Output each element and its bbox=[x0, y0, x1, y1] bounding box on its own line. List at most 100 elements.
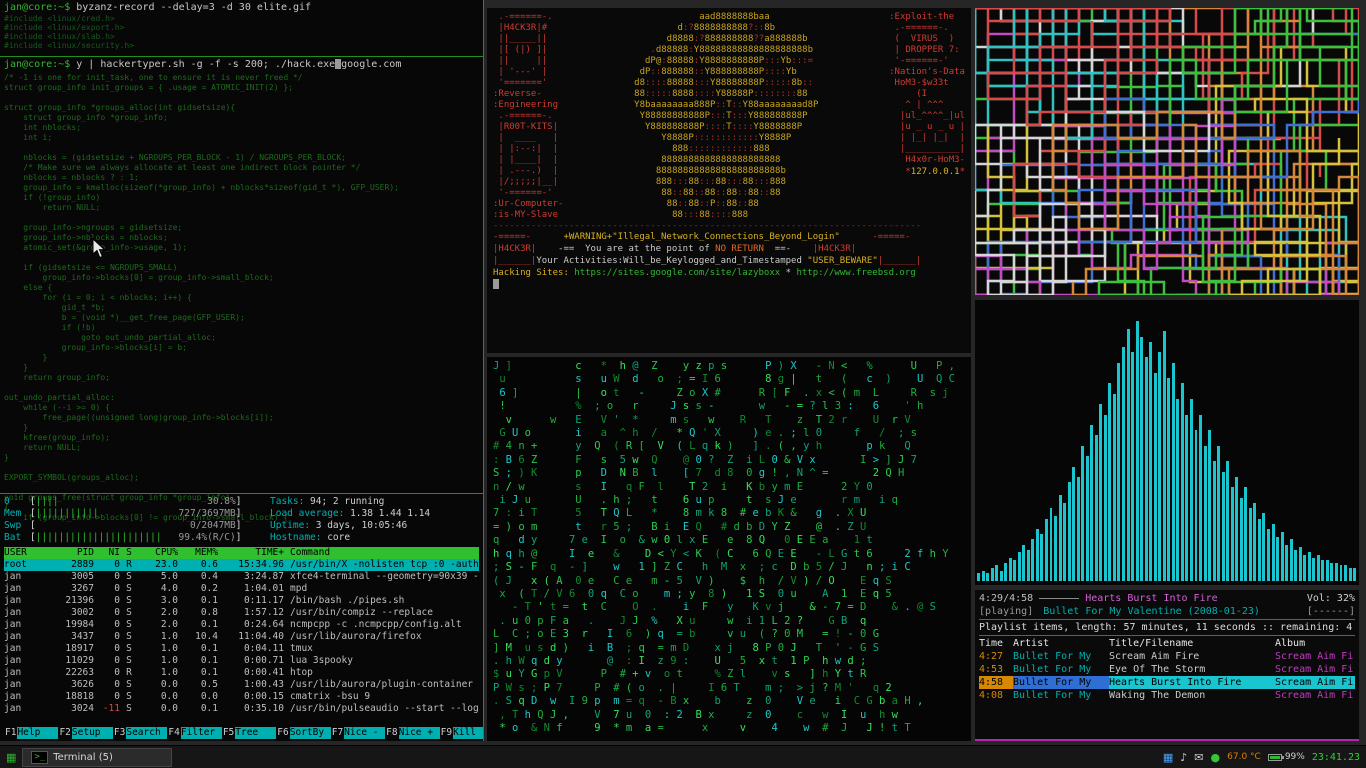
visualizer-bar bbox=[1036, 529, 1039, 581]
column-header[interactable]: MEM% bbox=[178, 547, 218, 559]
visualizer-bar bbox=[1081, 446, 1084, 581]
visualizer-bar bbox=[1104, 415, 1107, 581]
text-cursor bbox=[493, 279, 499, 289]
visualizer-bar bbox=[977, 573, 980, 581]
visualizer-bar bbox=[1285, 545, 1288, 581]
column-header[interactable]: Command bbox=[284, 547, 479, 559]
visualizer-bar bbox=[1330, 563, 1333, 581]
visualizer-bar bbox=[1231, 487, 1234, 581]
fkey-help[interactable]: F1Help bbox=[4, 727, 58, 739]
pipes-svg bbox=[975, 8, 1359, 295]
fkey-sortby[interactable]: F6SortBy bbox=[276, 727, 330, 739]
temperature-readout[interactable]: 67.0 °C bbox=[1227, 752, 1261, 762]
fkey-filter[interactable]: F4Filter bbox=[167, 727, 221, 739]
visualizer-bar bbox=[1154, 373, 1157, 581]
mouse-cursor bbox=[92, 238, 106, 259]
process-table-header[interactable]: USERPIDNISCPU%MEM%TIME+Command bbox=[4, 547, 479, 559]
cmatrix-window[interactable]: J ] c * h @ Z y z p s P ) X - N < % U P … bbox=[487, 357, 971, 741]
pipes-window[interactable] bbox=[975, 8, 1359, 295]
visualizer-window[interactable] bbox=[975, 300, 1359, 585]
visualizer-bar bbox=[1190, 399, 1193, 581]
visualizer-bar bbox=[1163, 331, 1166, 581]
htop-meter: 0[||||30.8%] bbox=[4, 496, 256, 508]
pipe-path bbox=[975, 8, 1274, 125]
playlist-track-row[interactable]: 4:08Bullet For MyWaking The DemonScream … bbox=[979, 689, 1355, 702]
visualizer-bar bbox=[1113, 394, 1116, 581]
hackertyper-pane[interactable]: jan@core:~$ y | hackertyper.sh -g -f -s … bbox=[0, 57, 483, 493]
pager-icon[interactable]: ▦ bbox=[6, 751, 16, 764]
shell-command-suffix: google.com bbox=[341, 59, 401, 70]
playlist-column-header[interactable]: Artist bbox=[1013, 637, 1109, 650]
clock[interactable]: 23:41.23 bbox=[1312, 752, 1360, 763]
kernel-source-text: /* -1 is one for init_task, one to ensur… bbox=[4, 73, 479, 523]
visualizer-bar bbox=[1172, 363, 1175, 581]
column-header[interactable]: PID bbox=[48, 547, 94, 559]
warning-banner: -=====- +WARNING+"Illegal_Network_Connec… bbox=[493, 231, 965, 267]
fkey-search[interactable]: F3Search bbox=[113, 727, 167, 739]
progress-indicator[interactable]: [------] bbox=[1307, 605, 1355, 618]
fkey-tree[interactable]: F5Tree bbox=[222, 727, 276, 739]
process-row[interactable]: jan213960S3.00.10:11.17/bin/bash ./pipes… bbox=[4, 595, 479, 607]
now-playing-artist: Bullet For My Valentine (2008-01-23) bbox=[1043, 605, 1260, 618]
fkey-nice-[interactable]: F7Nice - bbox=[331, 727, 385, 739]
visualizer-bar bbox=[1272, 524, 1275, 581]
column-header[interactable]: TIME+ bbox=[218, 547, 284, 559]
process-row[interactable]: jan199840S2.00.10:24.64ncmpcpp -c .ncmpc… bbox=[4, 619, 479, 631]
process-row[interactable]: jan110290S1.00.10:00.71lua 3spooky bbox=[4, 655, 479, 667]
volume-indicator[interactable]: Vol: 32% bbox=[1307, 592, 1355, 605]
mail-icon[interactable]: ✉ bbox=[1194, 751, 1203, 764]
hacker-art-window[interactable]: .-======-. |H4CK3R|# ||_____|| |[ (|) ]|… bbox=[487, 8, 971, 353]
process-row[interactable]: jan30020S2.00.81:57.12/usr/bin/compiz --… bbox=[4, 607, 479, 619]
process-row[interactable]: jan30050S5.00.43:24.87xfce4-terminal --g… bbox=[4, 571, 479, 583]
power-icon[interactable]: ● bbox=[1211, 751, 1221, 764]
fkey-setup[interactable]: F2Setup bbox=[58, 727, 112, 739]
process-row[interactable]: jan34370S1.010.411:04.40/usr/lib/aurora/… bbox=[4, 631, 479, 643]
battery-icon bbox=[1268, 754, 1282, 761]
process-table: root28890R23.00.615:34.96/usr/bin/X -nol… bbox=[4, 559, 479, 715]
playlist-column-header[interactable]: Album bbox=[1275, 637, 1355, 650]
visualizer-bar bbox=[1312, 558, 1315, 581]
visualizer-bar bbox=[1054, 516, 1057, 581]
visualizer-bar bbox=[1340, 565, 1343, 581]
playlist-track-row[interactable]: 4:27Bullet For MyScream Aim FireScream A… bbox=[979, 650, 1355, 663]
visualizer-bar bbox=[1249, 508, 1252, 581]
battery-indicator[interactable]: 99% bbox=[1268, 752, 1305, 762]
battery-percent: 99% bbox=[1285, 752, 1305, 762]
htop-pane[interactable]: 0[||||30.8%]Mem[|||||||||||727/3697MB]Sw… bbox=[0, 494, 483, 741]
playlist-track-row[interactable]: 4:53Bullet For MyEye Of The StormScream … bbox=[979, 663, 1355, 676]
visualizer-bar bbox=[1099, 404, 1102, 581]
shell-command: y | hackertyper.sh -g -f -s 200; ./hack.… bbox=[70, 59, 335, 70]
playlist-track-row[interactable]: 4:58Bullet For MyHearts Burst Into FireS… bbox=[979, 676, 1355, 689]
process-row[interactable]: jan222630R1.00.10:00.41htop bbox=[4, 667, 479, 679]
column-header[interactable]: NI bbox=[94, 547, 120, 559]
process-row[interactable]: jan3024-11S0.00.10:35.10/usr/bin/pulseau… bbox=[4, 703, 479, 715]
warning-line: |______|Your Activities:Will_be_Keylogge… bbox=[493, 255, 965, 267]
shell-pane[interactable]: jan@core:~$ byzanz-record --delay=3 -d 3… bbox=[0, 0, 483, 56]
visualizer-bar bbox=[1349, 568, 1352, 581]
visualizer-bar bbox=[1290, 539, 1293, 581]
htop-stat-line: Uptime: 3 days, 10:05:46 bbox=[270, 520, 479, 532]
window-list-button[interactable]: >_ Terminal (5) bbox=[22, 748, 172, 767]
process-row[interactable]: jan188180S0.00.00:00.15cmatrix -bsu 9 bbox=[4, 691, 479, 703]
fkey-nice-[interactable]: F8Nice + bbox=[385, 727, 439, 739]
network-icon[interactable]: ▦ bbox=[1163, 751, 1173, 764]
terminal-left-window[interactable]: jan@core:~$ byzanz-record --delay=3 -d 3… bbox=[0, 0, 484, 741]
column-header[interactable]: CPU% bbox=[138, 547, 178, 559]
column-header[interactable]: USER bbox=[4, 547, 48, 559]
playlist-column-header[interactable]: Time bbox=[979, 637, 1013, 650]
visualizer-bar bbox=[1181, 383, 1184, 581]
process-row[interactable]: root28890R23.00.615:34.96/usr/bin/X -nol… bbox=[4, 559, 479, 571]
process-row[interactable]: jan36260S0.00.51:00.43/usr/lib/aurora/pl… bbox=[4, 679, 479, 691]
music-player-window[interactable]: 4:29/4:58 Hearts Burst Into Fire Vol: 32… bbox=[975, 590, 1359, 741]
playlist-divider bbox=[979, 619, 1355, 620]
process-row[interactable]: jan189170S1.00.10:04.11tmux bbox=[4, 643, 479, 655]
playlist-column-header[interactable]: Title/Filename bbox=[1109, 637, 1275, 650]
virus-dropper-box-art: :Exploit-the .-======-. ( VIRUS ) | DROP… bbox=[889, 12, 965, 78]
htop-function-keys: F1HelpF2SetupF3SearchF4FilterF5TreeF6Sor… bbox=[4, 727, 479, 739]
volume-icon[interactable]: ♪ bbox=[1180, 751, 1187, 764]
process-row[interactable]: jan32670S4.00.21:04.01mpd bbox=[4, 583, 479, 595]
visualizer-bar bbox=[1140, 337, 1143, 581]
column-header[interactable]: S bbox=[120, 547, 138, 559]
fkey-kill[interactable]: F9Kill bbox=[440, 727, 484, 739]
visualizer-bar bbox=[1213, 461, 1216, 581]
